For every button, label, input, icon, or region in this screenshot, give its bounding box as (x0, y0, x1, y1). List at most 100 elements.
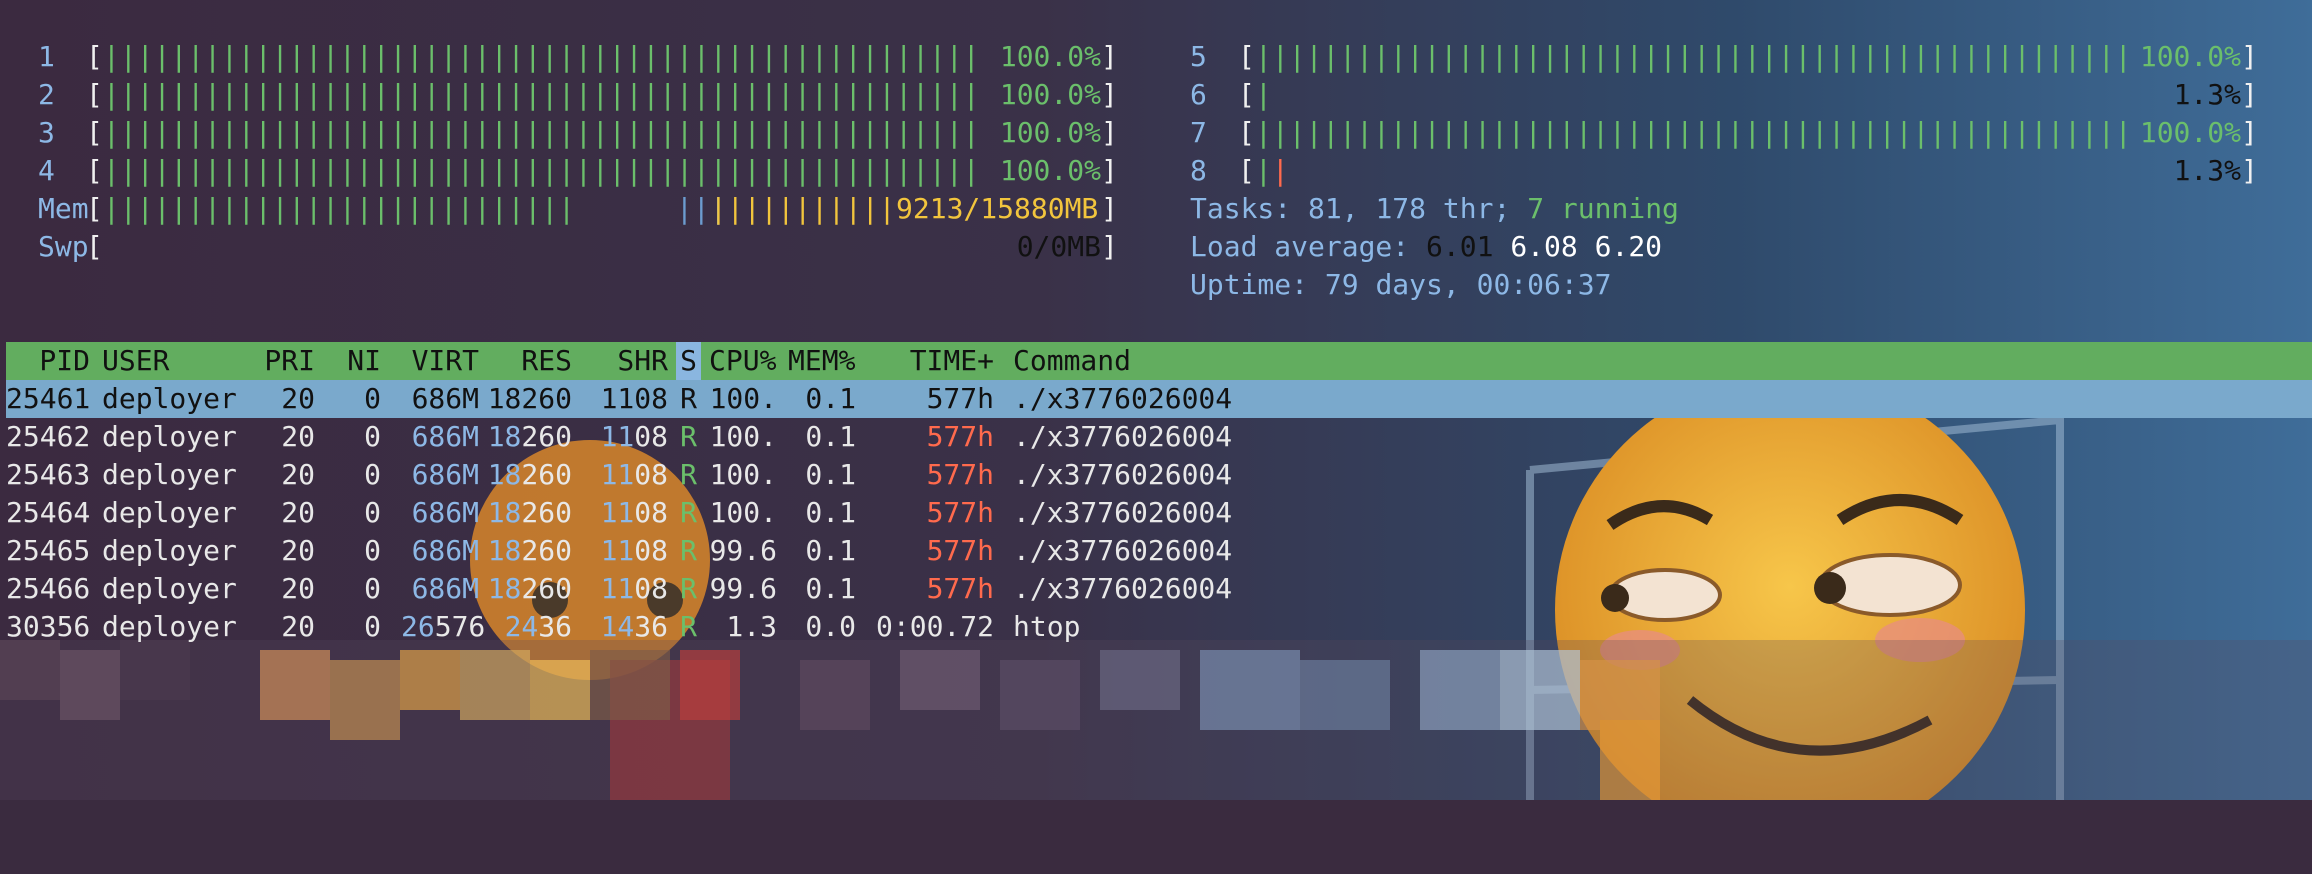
load-label: Load average: (1190, 230, 1410, 263)
process-mem: 0.1 (805, 534, 856, 567)
meter-bracket: ] (2241, 78, 2258, 111)
process-row[interactable]: 25465 deployer 20 0 686M 18260 1108 R 99.6 0.1 577… (6, 532, 2312, 570)
meter-bracket: ] (2241, 116, 2258, 149)
running-label: running (1560, 192, 1679, 225)
process-pid: 25464 (6, 496, 91, 529)
process-cpu: 99.6 (709, 534, 777, 567)
meter-bracket: [ (86, 116, 103, 149)
process-pid: 25462 (6, 420, 91, 453)
column-pri[interactable]: PRI (246, 342, 315, 380)
cpu-bar-fill: ||||||||||||||||||||||||||||||||||||||||… (1255, 116, 2132, 149)
process-ni: 0 (364, 610, 381, 643)
cpu-bar-fill: ||||||||||||||||||||||||||||||||||||||||… (103, 116, 980, 149)
column-time[interactable]: TIME+ (876, 342, 994, 380)
process-virt: 686M (411, 458, 479, 491)
process-time: 577h (926, 534, 994, 567)
process-pri: 20 (281, 496, 315, 529)
cpu-percent: 100.0% (999, 78, 1101, 111)
process-cpu: 99.6 (709, 572, 777, 605)
cpu-percent: 100.0% (999, 116, 1101, 149)
process-user: deployer (102, 572, 237, 605)
cpu-meter-7: 7 [ ||||||||||||||||||||||||||||||||||||… (0, 114, 2258, 152)
process-row[interactable]: 25464 deployer 20 0 686M 18260 1108 R 100. 0.1 577… (6, 494, 2312, 532)
process-res: 18260 (487, 572, 572, 605)
process-time: 577h (926, 382, 994, 415)
process-user: deployer (102, 458, 237, 491)
cpu-bar-fill: ||||||||||||||||||||||||||||||||||||||||… (103, 78, 980, 111)
process-command: ./x3776026004 (1013, 496, 1233, 529)
process-table-header[interactable]: PID USER PRI NI VIRT RES SHR S CPU% MEM%… (6, 342, 2312, 380)
process-pri: 20 (281, 458, 315, 491)
process-mem: 0.1 (805, 420, 856, 453)
process-mem: 0.1 (805, 458, 856, 491)
process-time: 577h (926, 420, 994, 453)
process-row[interactable]: 25466 deployer 20 0 686M 18260 1108 R 99.6 0.1 577… (6, 570, 2312, 608)
column-shr[interactable]: SHR (596, 342, 668, 380)
cpu-meter-id: 8 (1190, 154, 1207, 187)
meter-bracket: [ (86, 230, 103, 263)
process-virt: 686M (411, 534, 479, 567)
process-user: deployer (102, 534, 237, 567)
column-user[interactable]: USER (102, 342, 169, 380)
meter-bracket: ] (1101, 40, 1118, 73)
cpu-bar-fill: || (1255, 154, 1289, 187)
column-ni[interactable]: NI (336, 342, 381, 380)
process-ni: 0 (364, 572, 381, 605)
load-15min: 6.20 (1594, 230, 1663, 263)
column-cpu[interactable]: CPU% (709, 342, 776, 380)
process-row[interactable]: 25461 deployer 20 0 686M 18260 1108 R 100. 0.1 577… (6, 380, 2312, 418)
process-res: 18260 (487, 534, 572, 567)
cpu-percent: 100.0% (999, 154, 1101, 187)
process-ni: 0 (364, 496, 381, 529)
meter-bracket: [ (86, 154, 103, 187)
process-shr: 1108 (600, 534, 668, 567)
process-s: R (680, 458, 697, 491)
process-mem: 0.1 (805, 382, 856, 415)
tasks-summary: Tasks: 81, 178 thr; 7 running (1190, 190, 1679, 228)
meter-bracket: [ (1238, 78, 1255, 111)
process-row[interactable]: 25462 deployer 20 0 686M 18260 1108 R 100. 0.1 577… (6, 418, 2312, 456)
process-pri: 20 (281, 534, 315, 567)
process-pid: 25461 (6, 382, 91, 415)
memory-used-bar: |||||||||||||||||||||||||||| (103, 192, 576, 225)
meter-bracket: ] (2241, 40, 2258, 73)
column-pid[interactable]: PID (6, 342, 90, 380)
htop-terminal: 1 [ ||||||||||||||||||||||||||||||||||||… (0, 0, 2312, 800)
column-state[interactable]: S (676, 342, 701, 380)
process-pid: 25466 (6, 572, 91, 605)
process-pri: 20 (281, 382, 315, 415)
meter-bracket: ] (1101, 230, 1118, 263)
cpu-bar-fill: ||||||||||||||||||||||||||||||||||||||||… (103, 154, 980, 187)
meter-bracket: ] (1101, 154, 1118, 187)
memory-value: 9213/15880MB (896, 192, 1099, 225)
process-pid: 25463 (6, 458, 91, 491)
column-virt[interactable]: VIRT (401, 342, 479, 380)
running-count: 7 (1527, 192, 1545, 225)
cpu-meter-id: 6 (1190, 78, 1207, 111)
threads-label: thr; (1442, 192, 1511, 225)
cpu-percent: 100.0% (2139, 116, 2241, 149)
uptime-value: 79 days, 00:06:37 (1324, 268, 1612, 301)
process-cpu: 100. (709, 420, 777, 453)
process-s: R (680, 610, 697, 643)
meter-bracket: [ (1238, 40, 1255, 73)
column-command[interactable]: Command (1013, 342, 1131, 380)
threads-count: 178 (1375, 192, 1427, 225)
process-time: 0:00.72 (876, 610, 995, 643)
column-res[interactable]: RES (486, 342, 572, 380)
process-row[interactable]: 30356 deployer 20 0 26576 2436 1436 R 1.3 0.0 0:00… (6, 608, 2312, 646)
process-row[interactable]: 25463 deployer 20 0 686M 18260 1108 R 100. 0.1 577… (6, 456, 2312, 494)
cpu-bar-fill: ||||||||||||||||||||||||||||||||||||||||… (103, 40, 980, 73)
process-pid: 25465 (6, 534, 91, 567)
process-virt: 686M (411, 572, 479, 605)
process-command: ./x3776026004 (1013, 382, 1233, 415)
process-pri: 20 (281, 610, 315, 643)
process-command: ./x3776026004 (1013, 534, 1233, 567)
process-res: 18260 (487, 458, 572, 491)
process-command: ./x3776026004 (1013, 420, 1233, 453)
column-mem[interactable]: MEM% (788, 342, 855, 380)
process-pid: 30356 (6, 610, 91, 643)
process-virt: 26576 (401, 610, 486, 643)
process-command: ./x3776026004 (1013, 458, 1233, 491)
cpu-meter-8: 8 [ || 1.3% ] (0, 152, 2258, 190)
